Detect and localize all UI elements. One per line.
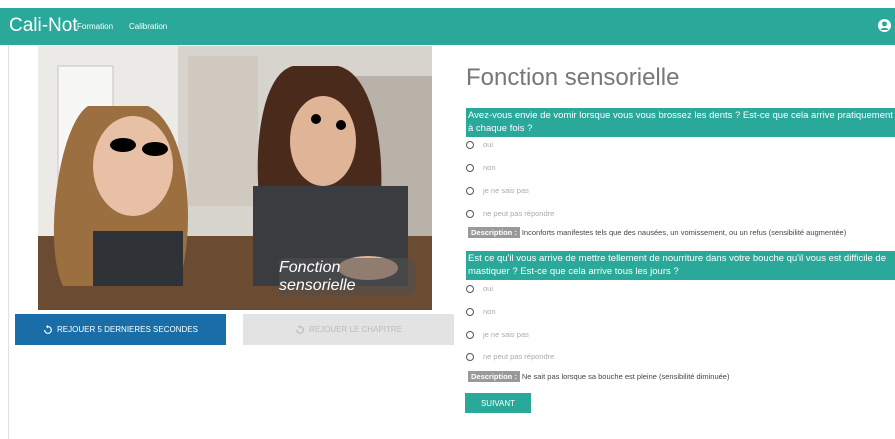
radio-icon xyxy=(466,186,474,195)
question-2: Est ce qu'il vous arrive de mettre telle… xyxy=(466,251,895,280)
option-label: je ne sais pas xyxy=(483,186,529,195)
radio-icon xyxy=(466,352,474,361)
replay-5-seconds-button[interactable]: REJOUER 5 DERNIERES SECONDES xyxy=(15,314,226,345)
description-text: Inconforts manifestes tels que des nausé… xyxy=(521,228,847,237)
radio-icon xyxy=(466,284,474,293)
question-1: Avez-vous envie de vomir lorsque vous vo… xyxy=(466,108,895,137)
q2-option-je-ne-sais-pas[interactable]: je ne sais pas xyxy=(466,330,529,339)
left-border xyxy=(8,45,9,439)
chapter-label: REJOUER LE CHAPITRE xyxy=(309,325,402,334)
video-caption-overlay: Fonction sensorielle xyxy=(279,258,415,295)
q2-option-non[interactable]: non xyxy=(466,307,496,316)
radio-icon xyxy=(466,163,474,172)
q2-option-ne-peut-pas[interactable]: ne peut pas répondre xyxy=(466,352,554,361)
nav-link-calibration[interactable]: Calibration xyxy=(129,22,167,31)
q1-option-je-ne-sais-pas[interactable]: je ne sais pas xyxy=(466,186,529,195)
radio-icon xyxy=(466,330,474,339)
description-tag: Description : xyxy=(468,371,520,382)
brand-logo[interactable]: Cali-Not xyxy=(9,15,78,37)
page-title: Fonction sensorielle xyxy=(466,64,680,91)
option-label: ne peut pas répondre xyxy=(483,352,555,361)
radio-icon xyxy=(466,140,474,149)
q2-description: Description : Ne sait pas lorsque sa bouc… xyxy=(468,371,729,382)
next-button[interactable]: SUIVANT xyxy=(465,393,531,413)
replay-label: REJOUER 5 DERNIERES SECONDES xyxy=(57,325,198,334)
q1-option-non[interactable]: non xyxy=(466,163,496,172)
description-text: Ne sait pas lorsque sa bouche est pleine… xyxy=(521,372,730,381)
option-label: je ne sais pas xyxy=(483,330,529,339)
q1-description: Description : Inconforts manifestes tels … xyxy=(468,227,846,238)
q1-option-ne-peut-pas[interactable]: ne peut pas répondre xyxy=(466,209,554,218)
description-tag: Description : xyxy=(468,227,520,238)
user-circle-icon[interactable] xyxy=(878,19,891,32)
replay-chapter-button[interactable]: REJOUER LE CHAPITRE xyxy=(243,314,454,345)
replay-icon xyxy=(44,324,52,334)
option-label: oui xyxy=(483,284,494,293)
option-label: ne peut pas répondre xyxy=(483,209,555,218)
q2-option-oui[interactable]: oui xyxy=(466,284,493,293)
radio-icon xyxy=(466,307,474,316)
radio-icon xyxy=(466,209,474,218)
option-label: non xyxy=(483,163,496,172)
option-label: non xyxy=(483,307,496,316)
replay-icon xyxy=(296,324,304,334)
q1-option-oui[interactable]: oui xyxy=(466,140,493,149)
option-label: oui xyxy=(483,140,494,149)
nav-link-formation[interactable]: Formation xyxy=(77,22,113,31)
top-navbar: Cali-Not Formation Calibration xyxy=(0,8,895,45)
